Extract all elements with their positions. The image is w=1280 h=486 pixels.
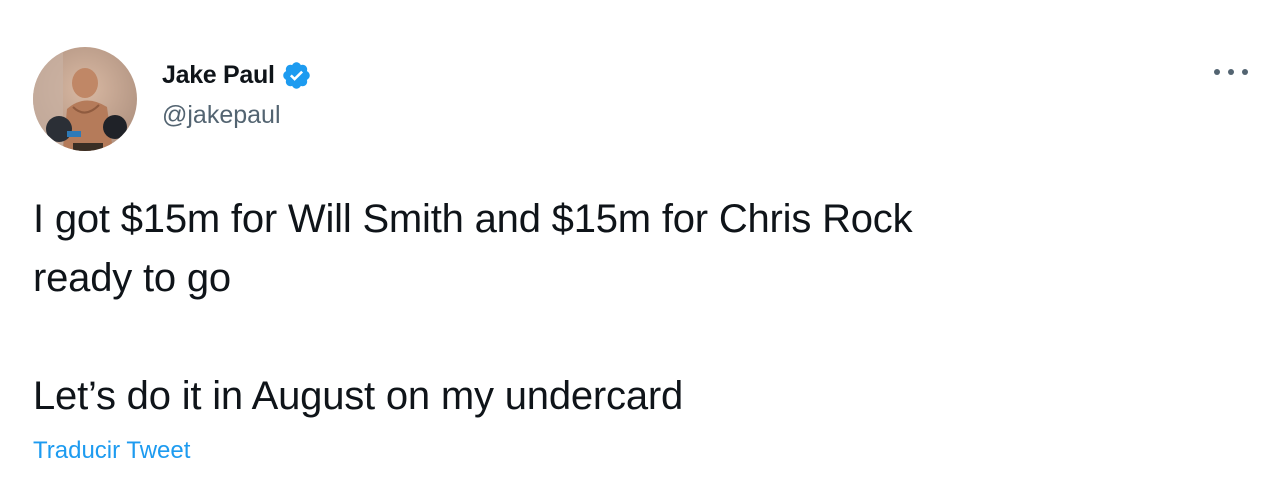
avatar-photo-icon — [33, 47, 137, 151]
more-dot — [1214, 69, 1220, 75]
tweet-text-blank-line — [33, 308, 1233, 367]
author-name-row: Jake Paul — [162, 58, 312, 92]
tweet-text-line: ready to go — [33, 256, 231, 300]
more-dot — [1242, 69, 1248, 75]
author-handle[interactable]: @jakepaul — [162, 101, 281, 130]
more-horizontal-icon[interactable] — [1214, 60, 1248, 84]
tweet-card: Jake Paul @jakepaul I got $15m for Will … — [0, 0, 1280, 486]
tweet-text: I got $15m for Will Smith and $15m for C… — [33, 190, 1233, 426]
tweet-text-line: Let’s do it in August on my undercard — [33, 374, 684, 418]
tweet-text-line: I got $15m for Will Smith and $15m for C… — [33, 197, 913, 241]
avatar[interactable] — [33, 47, 137, 151]
verified-badge-icon — [281, 60, 312, 91]
translate-tweet-link[interactable]: Traducir Tweet — [33, 437, 190, 465]
more-dot — [1228, 69, 1234, 75]
author-display-name[interactable]: Jake Paul — [162, 61, 275, 90]
